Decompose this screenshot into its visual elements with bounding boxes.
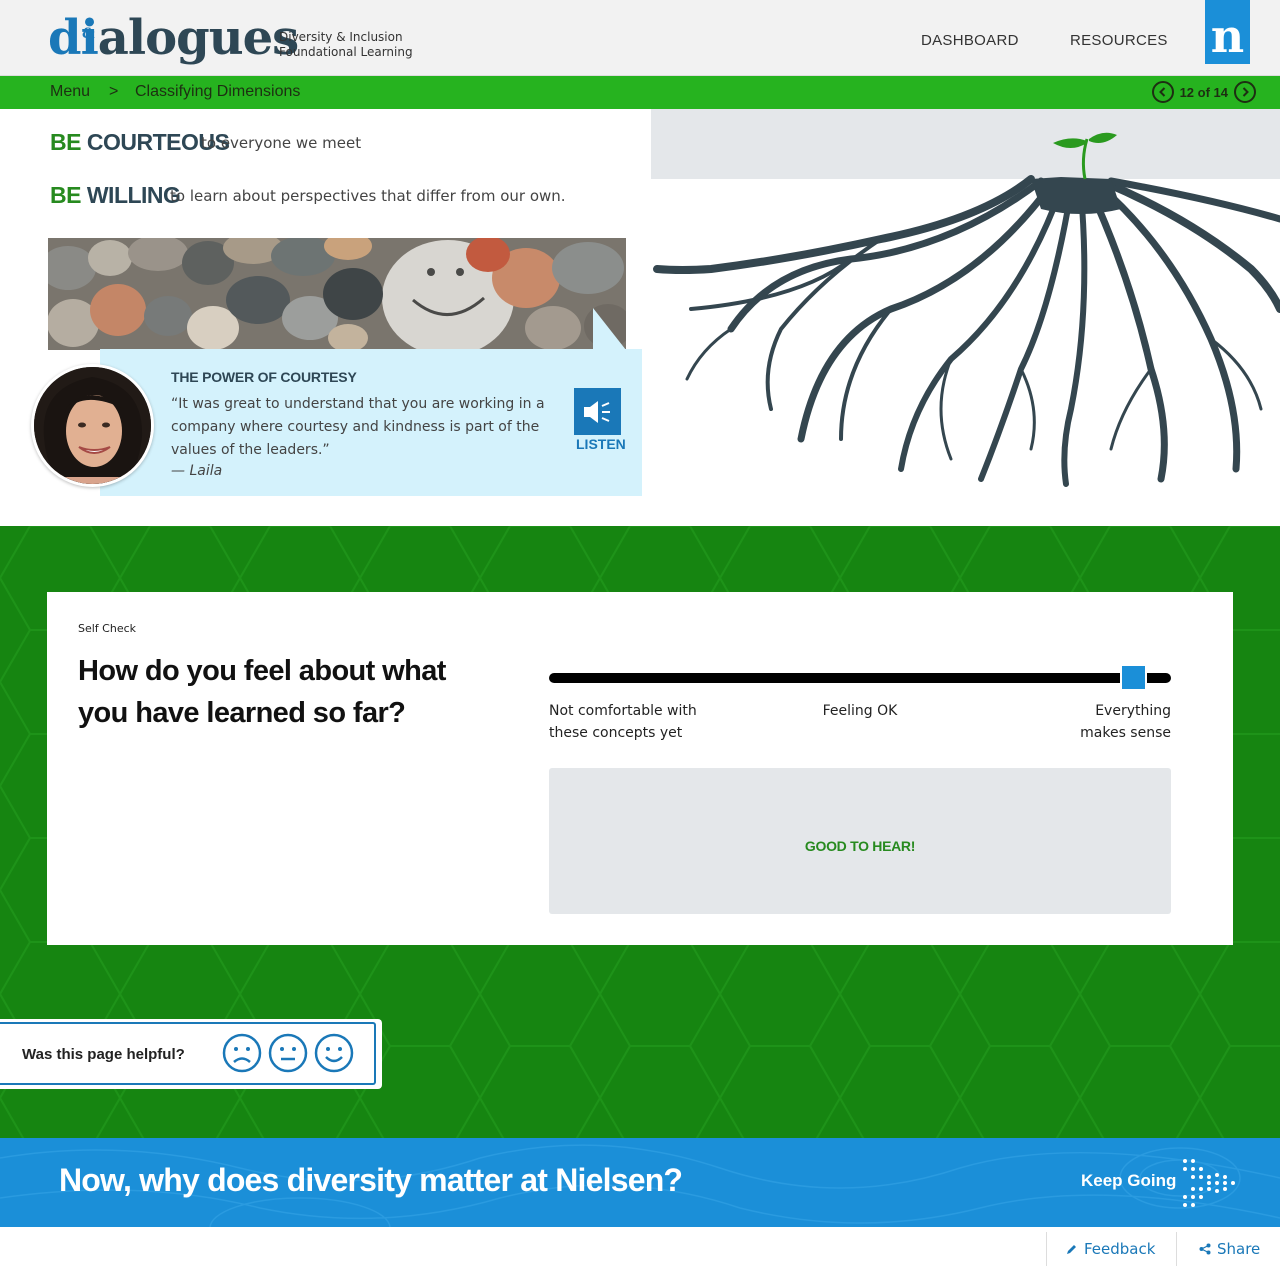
footer-divider bbox=[1046, 1232, 1047, 1266]
happy-face-icon[interactable] bbox=[314, 1033, 354, 1073]
page-counter: 12 of 14 bbox=[1179, 84, 1228, 100]
self-check-question: How do you feel about what you have lear… bbox=[78, 655, 446, 729]
listen-label[interactable]: LISTEN bbox=[576, 436, 626, 452]
scale-label-left: Not comfortable with these concepts yet bbox=[549, 703, 697, 741]
quote-text: “It was great to understand that you are… bbox=[171, 396, 545, 458]
header: dialogues & Diversity & Inclusion Founda… bbox=[0, 0, 1280, 76]
breadcrumb-current: Classifying Dimensions bbox=[135, 83, 301, 100]
be-willing-desc: to learn about perspectives that differ … bbox=[170, 187, 566, 205]
self-check-label: Self Check bbox=[78, 622, 137, 635]
pager: 12 of 14 bbox=[1151, 81, 1256, 103]
speaker-icon bbox=[583, 400, 610, 423]
be-word: BE bbox=[50, 129, 81, 155]
share-label: Share bbox=[1217, 1240, 1261, 1258]
scale-label-mid: Feeling OK bbox=[822, 703, 898, 719]
feedback-link[interactable]: Feedback bbox=[1066, 1240, 1155, 1258]
listen-button[interactable] bbox=[574, 388, 621, 435]
avatar bbox=[31, 364, 154, 487]
nav-dashboard[interactable]: DASHBOARD bbox=[921, 32, 1019, 49]
subtitle-line-1: Diversity & Inclusion bbox=[279, 30, 403, 44]
scale-label-right: Everything makes sense bbox=[1080, 703, 1171, 741]
be-courteous-desc: to everyone we meet bbox=[201, 134, 362, 152]
roots-illustration bbox=[653, 132, 1280, 487]
keep-going-button[interactable]: Keep Going bbox=[1081, 1171, 1176, 1191]
quote-title: THE POWER OF COURTESY bbox=[171, 369, 357, 385]
quote-notch bbox=[593, 308, 626, 350]
breadcrumb-bar: Menu > Classifying Dimensions 12 of 14 bbox=[0, 76, 1280, 109]
sad-face-icon[interactable] bbox=[222, 1033, 262, 1073]
neutral-face-icon[interactable] bbox=[268, 1033, 308, 1073]
prev-page-icon[interactable] bbox=[1151, 81, 1174, 103]
logo-subtitle: Diversity & Inclusion Foundational Learn… bbox=[279, 30, 413, 60]
feedback-message: GOOD TO HEAR! bbox=[804, 838, 916, 854]
pencil-icon bbox=[1067, 1245, 1076, 1254]
page: dialogues & Diversity & Inclusion Founda… bbox=[0, 0, 1280, 1270]
helpful-question: Was this page helpful? bbox=[22, 1046, 185, 1063]
feedback-label: Feedback bbox=[1084, 1240, 1156, 1258]
keep-going-arrow-icon[interactable] bbox=[1181, 1157, 1235, 1209]
stones-photo bbox=[48, 238, 626, 350]
be-word: BE bbox=[50, 182, 81, 208]
quote-author: — Laila bbox=[171, 463, 223, 479]
be-value: WILLING bbox=[86, 182, 181, 208]
logo-ampersand: & bbox=[82, 26, 95, 42]
footer-divider bbox=[1176, 1232, 1177, 1266]
share-icon bbox=[1199, 1243, 1211, 1255]
breadcrumb-menu[interactable]: Menu bbox=[50, 83, 90, 101]
nielsen-logo-icon[interactable]: n bbox=[1205, 0, 1250, 64]
next-section-title[interactable]: Now, why does diversity matter at Nielse… bbox=[59, 1162, 683, 1199]
nav-resources[interactable]: RESOURCES bbox=[1070, 32, 1168, 49]
next-page-icon[interactable] bbox=[1234, 81, 1256, 103]
comfort-slider-track[interactable] bbox=[549, 673, 1171, 683]
be-willing-heading: BE WILLING bbox=[50, 182, 181, 209]
comfort-slider-thumb[interactable] bbox=[1120, 664, 1148, 691]
breadcrumb-separator: > bbox=[109, 83, 119, 100]
logo-rest: alogues bbox=[97, 10, 299, 66]
share-link[interactable]: Share bbox=[1199, 1240, 1260, 1258]
subtitle-line-2: Foundational Learning bbox=[279, 45, 413, 59]
dialogues-logo[interactable]: dialogues & bbox=[48, 10, 299, 66]
